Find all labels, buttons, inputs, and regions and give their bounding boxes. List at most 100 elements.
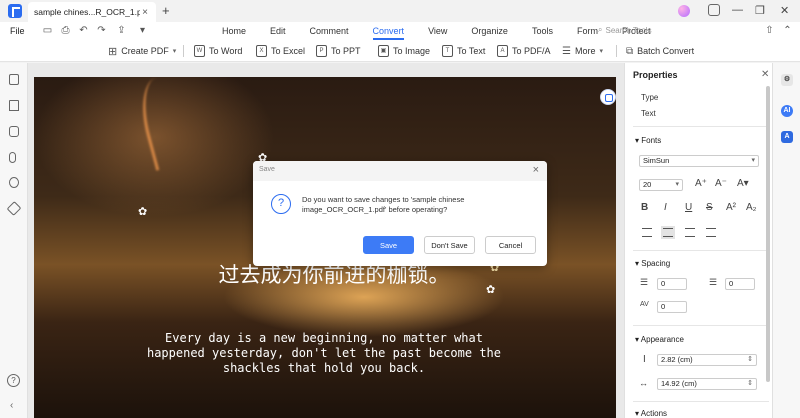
help-icon[interactable]: ? [7, 374, 20, 387]
search-icon: ⌕ [598, 25, 603, 34]
pages-icon[interactable] [9, 74, 19, 85]
chevron-down-icon: ▾ [172, 48, 177, 55]
quick-access-dropdown-icon[interactable]: ▾ [137, 25, 148, 36]
document-tab[interactable]: sample chines...R_OCR_1.pdf * × [28, 2, 156, 22]
appearance-section-header[interactable]: ▾ Appearance [635, 335, 684, 344]
layers-icon[interactable] [6, 201, 22, 216]
decrease-font-icon[interactable]: A⁻ [715, 178, 727, 189]
flower-icon: ✿ [486, 284, 496, 296]
maximize-icon[interactable]: ❐ [755, 4, 765, 17]
tab-organize[interactable]: Organize [459, 22, 520, 40]
align-left-icon[interactable] [642, 228, 652, 237]
strikethrough-icon[interactable]: S [706, 202, 713, 213]
height-value: 2.82 (cm) [661, 355, 693, 364]
save-dialog: Save × ? Do you want to save changes to … [253, 161, 547, 266]
cancel-button[interactable]: Cancel [485, 236, 536, 254]
to-word-button[interactable]: W To Word [194, 44, 242, 58]
align-right-icon[interactable] [685, 228, 695, 237]
create-pdf-button[interactable]: ⊞ Create PDF ▾ [108, 44, 176, 58]
tab-home[interactable]: Home [210, 22, 258, 40]
search-tools[interactable]: ⌕ Search Tools [598, 25, 652, 35]
print-icon[interactable]: ⎙ [60, 25, 71, 36]
actions-section-header[interactable]: ▾ Actions [635, 409, 667, 418]
chevron-left-icon[interactable]: ‹ [10, 400, 13, 411]
toolbar-divider [616, 45, 617, 57]
file-menu[interactable]: File [10, 26, 25, 36]
create-pdf-label: Create PDF [121, 46, 169, 56]
tab-tools[interactable]: Tools [520, 22, 565, 40]
en-text-block[interactable]: Every day is a new beginning, no matter … [144, 331, 504, 376]
redo-icon[interactable]: ↷ [96, 25, 107, 36]
chevron-down-icon: ▾ [675, 181, 679, 188]
tab-comment[interactable]: Comment [298, 22, 361, 40]
left-sidebar: ? ‹ [0, 63, 28, 418]
align-center-icon[interactable] [661, 226, 675, 239]
to-text-button[interactable]: T To Text [442, 44, 485, 58]
font-family-select[interactable]: SimSun ▾ [639, 155, 759, 167]
convert-toolbar: ⊞ Create PDF ▾ W To Word X To Excel P To… [0, 40, 800, 62]
bookmark-icon[interactable] [9, 100, 19, 111]
image-icon: ▣ [378, 45, 389, 57]
dialog-close-icon[interactable]: × [533, 164, 539, 176]
align-justify-icon[interactable] [706, 228, 716, 237]
width-value: 14.92 (cm) [661, 379, 697, 388]
superscript-icon[interactable]: A² [726, 202, 736, 213]
document-tab-label: sample chines...R_OCR_1.pdf * [34, 7, 140, 17]
avatar[interactable] [678, 5, 690, 17]
fonts-section-header[interactable]: ▾ Fonts [635, 136, 661, 145]
text-file-icon: T [442, 45, 453, 57]
ai-assistant-icon[interactable]: AI [781, 105, 793, 117]
italic-icon[interactable]: I [664, 202, 667, 213]
tab-close-icon[interactable]: × [140, 7, 150, 18]
to-excel-button[interactable]: X To Excel [256, 44, 305, 58]
bold-icon[interactable]: B [641, 202, 648, 213]
batch-convert-button[interactable]: ⧉ Batch Convert [626, 44, 694, 58]
underline-icon[interactable]: U [685, 202, 692, 213]
collapse-ribbon-icon[interactable]: ⌃ [782, 25, 793, 36]
subscript-icon[interactable]: A₂ [746, 202, 757, 213]
menu-lines-icon: ☰ [562, 45, 571, 57]
upload-icon[interactable]: ⇧ [764, 25, 775, 36]
properties-close-icon[interactable]: ✕ [761, 69, 769, 80]
properties-toggle-icon[interactable]: ⚙ [781, 74, 793, 86]
search-panel-icon[interactable] [9, 177, 19, 188]
minimize-icon[interactable]: — [732, 4, 743, 16]
paragraph-spacing-input[interactable]: 0 [725, 278, 755, 290]
properties-scrollbar[interactable] [766, 86, 770, 382]
menu-bar: File ▭ ⎙ ↶ ↷ ⇪ ▾ Home Edit Comment Conve… [0, 22, 800, 40]
more-button[interactable]: ☰ More ▾ [562, 44, 603, 58]
new-tab-icon[interactable]: + [162, 3, 170, 18]
excel-icon: X [256, 45, 267, 57]
increase-font-icon[interactable]: A⁺ [695, 178, 707, 189]
app-logo-icon [8, 4, 22, 18]
tab-edit[interactable]: Edit [258, 22, 298, 40]
font-size-select[interactable]: 20 ▾ [639, 179, 683, 191]
page-tool-icon[interactable] [600, 89, 616, 105]
window-close-icon[interactable]: ✕ [780, 4, 789, 17]
tab-convert[interactable]: Convert [361, 22, 417, 40]
spacing-section-header[interactable]: ▾ Spacing [635, 259, 670, 268]
to-image-button[interactable]: ▣ To Image [378, 44, 430, 58]
notification-icon[interactable] [708, 4, 720, 16]
save-icon[interactable]: ▭ [42, 25, 53, 36]
tab-view[interactable]: View [416, 22, 459, 40]
line-spacing-input[interactable]: 0 [657, 278, 687, 290]
translate-icon[interactable]: A [781, 131, 793, 143]
dont-save-button[interactable]: Don't Save [424, 236, 475, 254]
char-spacing-input[interactable]: 0 [657, 301, 687, 313]
height-input[interactable]: 2.82 (cm) ⇕ [657, 354, 757, 366]
to-pdfa-button[interactable]: A To PDF/A [497, 44, 551, 58]
font-color-icon[interactable]: A▾ [737, 178, 749, 189]
comment-icon[interactable] [9, 126, 19, 137]
attachment-icon[interactable] [9, 152, 16, 163]
title-bar: sample chines...R_OCR_1.pdf * × + — ❐ ✕ [0, 0, 800, 22]
save-button[interactable]: Save [363, 236, 414, 254]
undo-icon[interactable]: ↶ [78, 25, 89, 36]
share-icon[interactable]: ⇪ [116, 25, 127, 36]
type-value: Text [641, 109, 656, 118]
divider [633, 401, 769, 402]
width-input[interactable]: 14.92 (cm) ⇕ [657, 378, 757, 390]
paragraph-spacing-icon: ☰ [709, 277, 718, 287]
to-ppt-button[interactable]: P To PPT [316, 44, 361, 58]
to-ppt-label: To PPT [331, 46, 361, 56]
